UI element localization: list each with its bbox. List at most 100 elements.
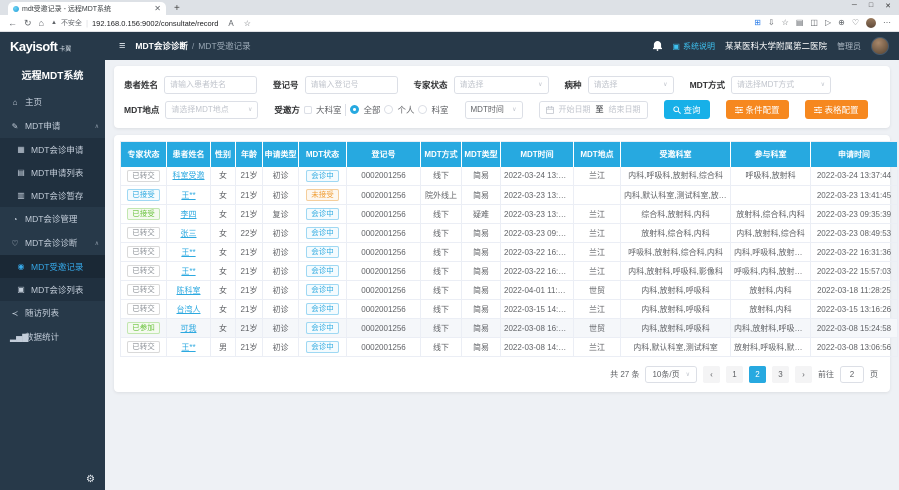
- expert-status-cell: 已转交: [121, 338, 167, 357]
- goto-page-input[interactable]: [840, 366, 864, 383]
- big-dept-checkbox[interactable]: [304, 106, 312, 114]
- patient-name-link[interactable]: 台湾人: [177, 305, 201, 314]
- reg-no-input[interactable]: [305, 76, 398, 94]
- tab-close-icon[interactable]: ✕: [154, 5, 161, 13]
- browser-profile-avatar[interactable]: [866, 18, 876, 28]
- mdt-time-cell: 2022-03-23 09:20:00: [501, 224, 574, 243]
- sidebar-item-mdt-apply[interactable]: ✎MDT申请∧: [0, 114, 105, 138]
- read-aloud-icon[interactable]: A: [228, 19, 233, 28]
- reg-no-cell: 0002001256: [347, 262, 421, 281]
- chevron-down-icon: ∨: [663, 81, 667, 88]
- table-config-button[interactable]: 表格配置: [805, 100, 868, 119]
- page-button-1[interactable]: 1: [726, 366, 743, 383]
- patient-name-input[interactable]: [164, 76, 257, 94]
- reg-no-label: 登记号: [273, 79, 299, 91]
- new-tab-button[interactable]: +: [174, 4, 180, 14]
- search-button[interactable]: 查询: [664, 100, 710, 119]
- expert-status-cell: 已参加: [121, 319, 167, 338]
- disease-select[interactable]: 请选择 ∨: [588, 76, 674, 94]
- breadcrumb-parent[interactable]: MDT会诊诊断: [135, 40, 187, 52]
- patient-name-link[interactable]: 王**: [181, 267, 195, 276]
- minimize-icon[interactable]: ─: [852, 2, 857, 10]
- sidebar-item-mdt-consult-list[interactable]: ▣MDT会诊列表: [0, 278, 105, 301]
- sidebar-item-home[interactable]: ⌂主页: [0, 90, 105, 114]
- sidebar-item-data-stats[interactable]: ▂▅▇数据统计: [0, 325, 105, 349]
- apply-time-cell: 2022-03-18 11:28:25: [811, 281, 898, 300]
- mdt-type-cell: 简易: [462, 243, 501, 262]
- copilot-icon[interactable]: ▷: [825, 19, 831, 27]
- shield-icon: ▣: [16, 285, 26, 294]
- gender-cell: 女: [211, 319, 236, 338]
- gear-icon[interactable]: ⚙: [86, 474, 95, 485]
- sidebar-item-followup-list[interactable]: ≺随访列表: [0, 301, 105, 325]
- radio-personal[interactable]: [384, 105, 393, 114]
- address-bar[interactable]: ▲ 不安全 | 192.168.0.156:9002/consultate/re…: [51, 18, 747, 28]
- collections-icon[interactable]: ▤: [796, 19, 804, 27]
- notification-bell-icon[interactable]: [653, 41, 662, 51]
- workspace-icon[interactable]: ⊞: [754, 19, 761, 27]
- sidebar-item-mdt-consult-diagnosis[interactable]: ♡MDT会诊诊断∧: [0, 231, 105, 255]
- next-page-button[interactable]: ›: [795, 366, 812, 383]
- close-window-icon[interactable]: ✕: [885, 2, 891, 10]
- patient-name-link[interactable]: 可我: [181, 324, 197, 333]
- sidebar-item-mdt-consult-manage[interactable]: ◔MDT会诊管理: [0, 207, 105, 231]
- more-menu-icon[interactable]: ⋯: [883, 19, 891, 27]
- condition-config-button[interactable]: 条件配置: [726, 100, 789, 119]
- extensions-icon[interactable]: ⊕: [838, 19, 845, 27]
- invited-depts-cell: 放射科,综合科,内科: [621, 224, 731, 243]
- patient-name-link[interactable]: 王**: [181, 191, 195, 200]
- sidebar-item-mdt-consult-apply[interactable]: ▦MDT会诊申请: [0, 138, 105, 161]
- page-size-select[interactable]: 10条/页 ∨: [645, 366, 697, 383]
- sidebar-item-mdt-apply-list[interactable]: ▤MDT申请列表: [0, 161, 105, 184]
- patient-name-cell: 张三: [167, 224, 211, 243]
- security-warning-icon: ▲: [51, 20, 57, 26]
- reload-icon[interactable]: ↻: [24, 19, 32, 28]
- essentials-icon[interactable]: ♡: [852, 19, 859, 27]
- patient-name-link[interactable]: 王**: [181, 343, 195, 352]
- system-help-label: 系统说明: [683, 41, 715, 52]
- patient-name-link[interactable]: 陈科室: [177, 286, 201, 295]
- maximize-icon[interactable]: □: [869, 2, 873, 10]
- mdt-time-cell: 2022-03-24 13:40:00: [501, 167, 574, 186]
- invited-party-label: 受邀方: [274, 104, 300, 116]
- sidebar-item-label: MDT会诊管理: [25, 213, 77, 225]
- age-cell: 21岁: [236, 262, 263, 281]
- time-field-select[interactable]: MDT时间 ∨: [465, 101, 523, 119]
- system-help-link[interactable]: ▣ 系统说明: [672, 41, 715, 52]
- expert-status-select[interactable]: 请选择 ∨: [454, 76, 549, 94]
- menu-collapse-icon[interactable]: ≡: [119, 40, 125, 52]
- favorites-icon[interactable]: ☆: [782, 19, 789, 27]
- column-header: 参与科室: [731, 142, 811, 167]
- mdt-mode-select[interactable]: 请选择MDT方式 ∨: [731, 76, 831, 94]
- mdt-location-cell: [574, 186, 621, 205]
- radio-dept[interactable]: [418, 105, 427, 114]
- patient-name-link[interactable]: 王**: [181, 248, 195, 257]
- home-icon[interactable]: ⌂: [39, 19, 44, 28]
- patient-name-link[interactable]: 科室受邀: [173, 171, 205, 180]
- sidebar-item-mdt-consult-draft[interactable]: ▥MDT会诊暂存: [0, 184, 105, 207]
- patient-name-link[interactable]: 张三: [181, 229, 197, 238]
- apply-time-cell: 2022-03-22 16:31:36: [811, 243, 898, 262]
- prev-page-button[interactable]: ‹: [703, 366, 720, 383]
- mdt-date-range[interactable]: 开始日期 至 结束日期: [539, 101, 648, 119]
- download-icon[interactable]: ⇩: [768, 19, 775, 27]
- radio-all[interactable]: [350, 105, 359, 114]
- split-screen-icon[interactable]: ◫: [810, 19, 818, 27]
- expert-status-badge: 已接受: [127, 189, 160, 202]
- mdt-status-badge: 会诊中: [306, 322, 339, 335]
- patient-name-cell: 王**: [167, 338, 211, 357]
- gender-cell: 女: [211, 167, 236, 186]
- patient-name-link[interactable]: 李四: [181, 210, 197, 219]
- browser-tab[interactable]: mdt受邀记录 - 远程MDT系统 ✕: [8, 2, 166, 15]
- mdt-status-badge: 会诊中: [306, 246, 339, 259]
- favorite-star-icon[interactable]: ☆: [244, 19, 251, 28]
- page-button-3[interactable]: 3: [772, 366, 789, 383]
- page-button-2[interactable]: 2: [749, 366, 766, 383]
- search-icon: [673, 106, 681, 114]
- mdt-location-select[interactable]: 请选择MDT地点 ∨: [165, 101, 258, 119]
- user-avatar[interactable]: [871, 37, 889, 55]
- mdt-location-label: MDT地点: [124, 104, 159, 116]
- back-icon[interactable]: ←: [8, 19, 17, 28]
- column-header: 申请时间: [811, 142, 898, 167]
- sidebar-item-mdt-invite-record[interactable]: ◉MDT受邀记录: [0, 255, 105, 278]
